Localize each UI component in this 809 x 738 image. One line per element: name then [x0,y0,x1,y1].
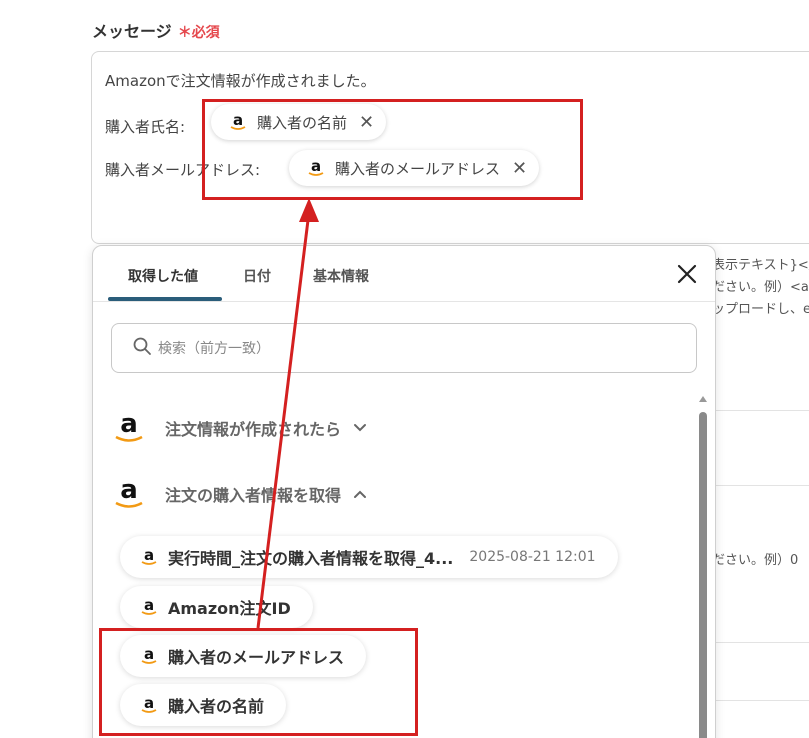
highlight-box-tokens [202,99,583,200]
scrollbar[interactable] [699,396,707,738]
scroll-up-arrow-icon[interactable] [699,396,707,402]
field-label: メッセージ ＊必須 [92,18,220,42]
required-text: 必須 [191,25,220,41]
tab-basic-info[interactable]: 基本情報 [313,266,369,286]
divider [716,642,809,643]
active-tab-indicator [108,297,222,301]
required-indicator: ＊必須 [178,25,220,41]
background-text-1: 表示テキスト}</ [712,258,809,273]
panel-tabs: 取得した値 日付 基本情報 [93,246,715,302]
divider [716,700,809,701]
highlight-box-list-items [99,628,418,736]
chevron-up-icon[interactable] [353,484,367,503]
item-value: 2025-08-21 12:01 [469,549,596,565]
close-icon[interactable] [675,262,699,286]
list-item-amazon-order-id[interactable]: a Amazon注文ID [120,586,313,628]
tab-acquired-values[interactable]: 取得した値 [128,266,198,286]
group-get-buyer-info[interactable]: a 注文の購入者情報を取得 [111,477,367,509]
background-text-4: ださい。例）0 [712,553,799,568]
search-placeholder: 検索（前方一致） [158,341,270,357]
chevron-down-icon[interactable] [353,418,367,437]
background-text-3: ップロードし、e [712,302,809,317]
amazon-icon: a [111,477,147,509]
group-title: 注文の購入者情報を取得 [165,485,342,505]
list-item-execution-time[interactable]: a 実行時間_注文の購入者情報を取得_4... 2025-08-21 12:01 [120,536,618,578]
amazon-icon: a [111,411,147,443]
item-label: Amazon注文ID [168,599,291,618]
scrollbar-thumb[interactable] [699,412,707,738]
group-title: 注文情報が作成されたら [165,419,342,439]
amazon-icon: a [141,546,157,565]
item-label: 実行時間_注文の購入者情報を取得_4... [168,549,454,568]
search-input[interactable]: 検索（前方一致） [111,323,697,373]
divider [716,485,809,486]
tab-date[interactable]: 日付 [243,266,271,286]
group-order-created[interactable]: a 注文情報が作成されたら [111,411,367,443]
amazon-icon: a [141,596,157,615]
required-mark: ＊ [177,25,192,41]
divider [716,410,809,411]
editor-line-1: Amazonで注文情報が作成されました。 [105,72,376,90]
editor-line-2-label: 購入者氏名: [105,118,186,136]
field-label-text: メッセージ [92,22,172,41]
background-text-2: ださい。例）<at i [712,280,809,295]
search-icon [132,336,152,360]
